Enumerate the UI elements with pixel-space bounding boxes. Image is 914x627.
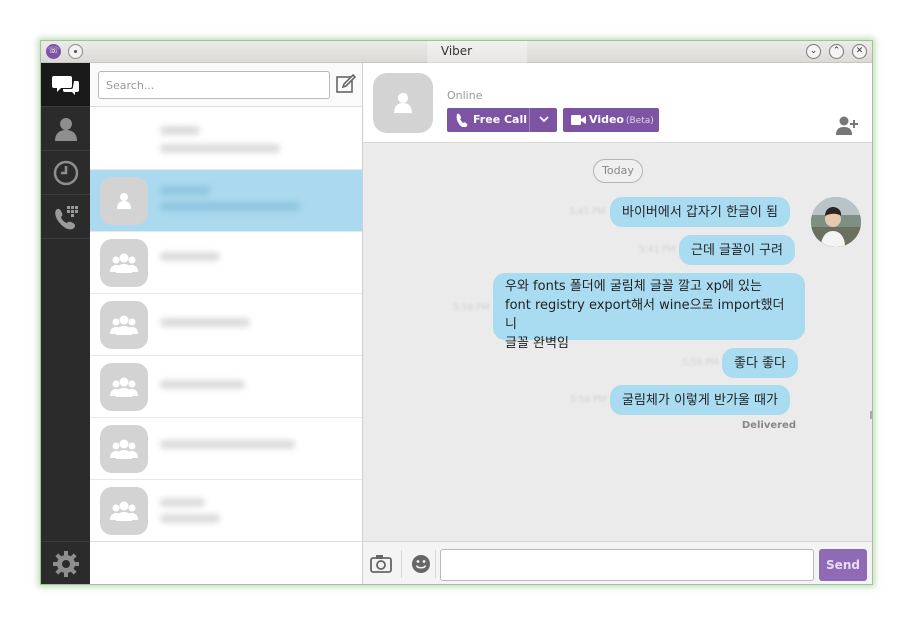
delivery-status: Delivered xyxy=(741,420,796,431)
message-bubble[interactable]: 굴림체가 이렇게 반가울 때가 xyxy=(610,385,790,415)
emoji-icon[interactable] xyxy=(409,552,433,576)
phone-icon xyxy=(456,113,468,127)
divider xyxy=(529,108,530,132)
list-item-selected[interactable] xyxy=(90,170,362,232)
add-contact-icon[interactable] xyxy=(835,115,859,135)
avatar[interactable] xyxy=(811,197,861,247)
message-bubble[interactable]: 바이버에서 갑자기 한글이 됨 xyxy=(610,197,790,227)
message-bubble[interactable]: 근데 글꼴이 구려 xyxy=(679,235,795,265)
message-list: Today 5:41 PM 바이버에서 갑자기 한글이 됨 5:41 PM 근데… xyxy=(363,144,872,540)
rail-item-contacts[interactable] xyxy=(41,107,90,151)
chat-bubbles-icon xyxy=(51,75,79,95)
dialpad-phone-icon xyxy=(54,205,78,229)
chat-panel: Online Free Call Video (Beta) Today 5:41… xyxy=(363,63,872,584)
message-text-line: 우와 fonts 폴더에 굴림체 글꼴 깔고 xp에 있는 xyxy=(505,279,762,294)
left-nav-rail xyxy=(41,63,90,584)
list-item[interactable] xyxy=(90,294,362,356)
avatar xyxy=(100,239,148,287)
rail-item-chats[interactable] xyxy=(41,63,90,107)
viber-window: ☏ Viber ⌄ ⌃ ✕ Search... Online Free Call… xyxy=(40,40,873,585)
message-bubble[interactable]: 우와 fonts 폴더에 굴림체 글꼴 깔고 xp에 있는 font regis… xyxy=(493,273,805,351)
group-icon xyxy=(110,439,138,459)
video-label: Video xyxy=(589,113,624,126)
beta-label: (Beta) xyxy=(625,116,654,126)
message-input[interactable] xyxy=(440,549,814,581)
chat-header: Online Free Call Video (Beta) xyxy=(363,63,872,143)
search-bar xyxy=(90,63,362,107)
message-text-line: font registry export해서 wine으로 import했더니 xyxy=(505,298,785,332)
group-icon xyxy=(110,253,138,273)
free-call-label: Free Call xyxy=(473,113,528,126)
window-title: Viber xyxy=(440,44,473,58)
list-item[interactable] xyxy=(90,418,362,480)
person-icon xyxy=(117,193,131,209)
search-input[interactable] xyxy=(98,71,330,99)
person-icon xyxy=(394,92,412,114)
group-icon xyxy=(110,377,138,397)
gear-icon xyxy=(52,550,79,577)
contacts-icon xyxy=(54,117,77,141)
avatar xyxy=(100,301,148,349)
recents-clock-icon xyxy=(53,160,78,185)
conversation-list-panel xyxy=(90,63,363,584)
chevron-down-icon[interactable] xyxy=(537,112,551,126)
contact-status: Online xyxy=(447,89,483,102)
avatar xyxy=(100,363,148,411)
rail-item-settings[interactable] xyxy=(41,541,90,584)
free-call-button[interactable]: Free Call xyxy=(447,108,557,132)
conversation-list-footer xyxy=(90,541,362,584)
message-text: 근데 글꼴이 구려 xyxy=(691,242,783,258)
avatar xyxy=(100,425,148,473)
scroll-edge-marker xyxy=(870,411,872,419)
video-call-button[interactable]: Video (Beta) xyxy=(563,108,659,132)
camera-icon[interactable] xyxy=(369,552,393,576)
send-button[interactable]: Send xyxy=(819,549,867,581)
message-text: 좋다 좋다 xyxy=(734,355,786,371)
date-separator: Today xyxy=(593,159,643,183)
maximize-button[interactable]: ⌃ xyxy=(829,44,844,59)
message-text: 바이버에서 갑자기 한글이 됨 xyxy=(622,204,778,220)
list-item[interactable] xyxy=(90,232,362,294)
message-composer: Send xyxy=(363,541,872,584)
rail-item-dialpad[interactable] xyxy=(41,195,90,239)
list-item[interactable] xyxy=(90,480,362,542)
message-text: 굴림체가 이렇게 반가울 때가 xyxy=(622,392,778,408)
video-camera-icon xyxy=(571,115,586,125)
list-item[interactable] xyxy=(90,108,362,170)
minimize-button[interactable]: ⌄ xyxy=(806,44,821,59)
avatar xyxy=(100,177,148,225)
avatar xyxy=(100,487,148,535)
title-bar: ☏ Viber ⌄ ⌃ ✕ xyxy=(41,41,872,63)
rail-item-recents[interactable] xyxy=(41,151,90,195)
list-item[interactable] xyxy=(90,356,362,418)
profile-photo xyxy=(811,197,861,247)
message-bubble[interactable]: 좋다 좋다 xyxy=(722,348,798,378)
group-icon xyxy=(110,315,138,335)
group-icon xyxy=(110,501,138,521)
contact-avatar[interactable] xyxy=(373,73,433,133)
close-button[interactable]: ✕ xyxy=(852,44,867,59)
compose-icon[interactable] xyxy=(335,73,357,95)
